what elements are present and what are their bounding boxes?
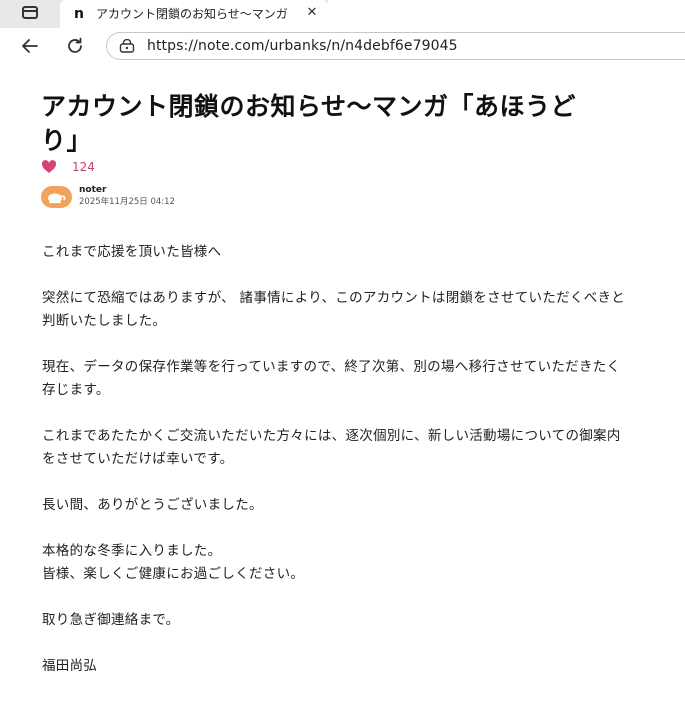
back-arrow-icon[interactable] bbox=[20, 36, 40, 56]
author-name[interactable]: noter bbox=[79, 185, 106, 196]
note-favicon-icon: n bbox=[70, 5, 88, 23]
article-title: アカウント閉鎖のお知らせ〜マンガ「あほうどり」 bbox=[41, 92, 577, 155]
article-body: これまで応援を頂いた皆様へ 突然にて恐縮ではありますが、 諸事情により、このアカ… bbox=[42, 241, 632, 701]
paragraph: 取り急ぎ御連絡まで。 bbox=[42, 612, 180, 628]
browser-tab[interactable]: n アカウント閉鎖のお知らせ〜マンガ「あほうどり」 ✕ bbox=[60, 0, 328, 28]
site-info-icon[interactable] bbox=[119, 39, 135, 53]
avatar-icon[interactable] bbox=[41, 186, 72, 208]
browser-tab-bar: n アカウント閉鎖のお知らせ〜マンガ「あほうどり」 ✕ bbox=[0, 0, 685, 28]
post-date: 2025年11月25日 04:12 bbox=[79, 197, 175, 207]
tab-title: アカウント閉鎖のお知らせ〜マンガ「あほうどり」 bbox=[96, 7, 292, 21]
paragraph: 長い間、ありがとうございました。 bbox=[42, 497, 263, 513]
heart-icon[interactable] bbox=[41, 160, 57, 174]
tab-panel-icon[interactable] bbox=[22, 6, 38, 19]
tab-close-icon[interactable]: ✕ bbox=[304, 5, 320, 21]
article: アカウント閉鎖のお知らせ〜マンガ「あほうどり」 124 noter 2025年1… bbox=[0, 64, 685, 685]
signature: 福田尚弘 bbox=[42, 658, 98, 674]
paragraph: これまで応援を頂いた皆様へ bbox=[42, 244, 222, 260]
address-bar[interactable]: https://note.com/urbanks/n/n4debf6e79045 bbox=[106, 32, 685, 60]
paragraph: 現在、データの保存作業等を行っていますので、終了次第、別の場へ移行させていただき… bbox=[42, 359, 621, 398]
url-text: https://note.com/urbanks/n/n4debf6e79045 bbox=[147, 38, 458, 54]
tab-strip-empty bbox=[328, 0, 685, 28]
browser-toolbar: https://note.com/urbanks/n/n4debf6e79045 bbox=[0, 28, 685, 64]
paragraph: 突然にて恐縮ではありますが、 諸事情により、このアカウントは閉鎖をさせていただく… bbox=[42, 290, 626, 329]
paragraph: 本格的な冬季に入りました。 皆様、楽しくご健康にお過ごしください。 bbox=[42, 543, 305, 582]
paragraph: これまであたたかくご交流いただいた方々には、逐次個別に、新しい活動場についての御… bbox=[42, 428, 621, 467]
like-count[interactable]: 124 bbox=[72, 159, 95, 175]
reload-icon[interactable] bbox=[65, 36, 85, 56]
author-row: noter 2025年11月25日 04:12 bbox=[41, 185, 341, 209]
